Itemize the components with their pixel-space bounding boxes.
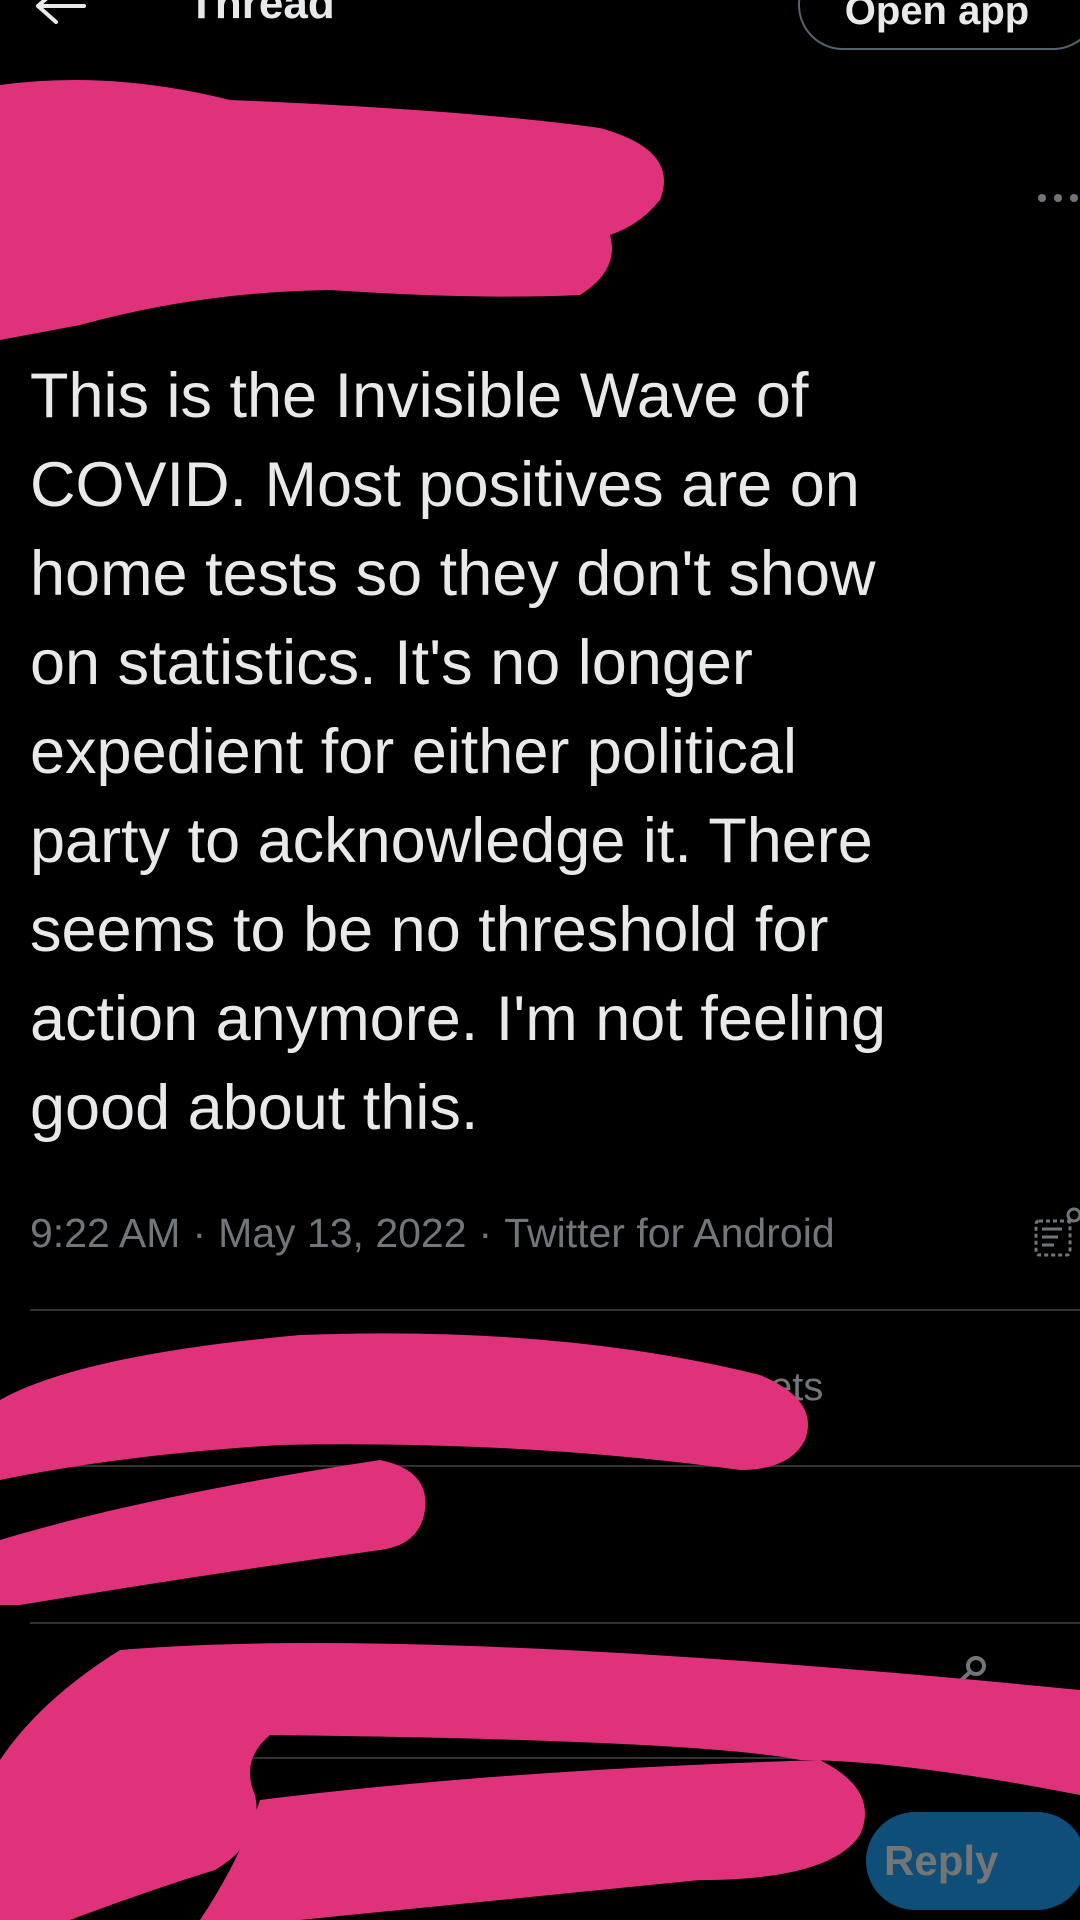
- analytics-icon[interactable]: [1032, 1205, 1080, 1261]
- open-app-button[interactable]: Open app: [798, 0, 1080, 50]
- reply-button[interactable]: Reply: [866, 1812, 1080, 1910]
- tweet-meta: 9:22 AM · May 13, 2022 · Twitter for And…: [30, 1205, 835, 1261]
- meta-separator: ·: [478, 1209, 493, 1256]
- tweet-time[interactable]: 9:22 AM: [30, 1210, 180, 1257]
- page-title: Thread: [188, 0, 335, 28]
- tweet-date[interactable]: May 13, 2022: [218, 1210, 466, 1257]
- retweets-count-label[interactable]: ets: [770, 1365, 823, 1410]
- arrow-left-icon[interactable]: [30, 0, 90, 26]
- divider: [30, 1465, 1080, 1467]
- divider: [30, 1622, 1080, 1624]
- divider: [30, 1757, 1080, 1759]
- share-icon[interactable]: [930, 1652, 990, 1712]
- tweet-text: This is the Invisible Wave of COVID. Mos…: [30, 361, 886, 1143]
- tweet-source[interactable]: Twitter for Android: [504, 1210, 834, 1257]
- meta-separator: ·: [192, 1209, 207, 1256]
- divider: [30, 1309, 1080, 1311]
- more-horizontal-icon[interactable]: [1036, 188, 1080, 208]
